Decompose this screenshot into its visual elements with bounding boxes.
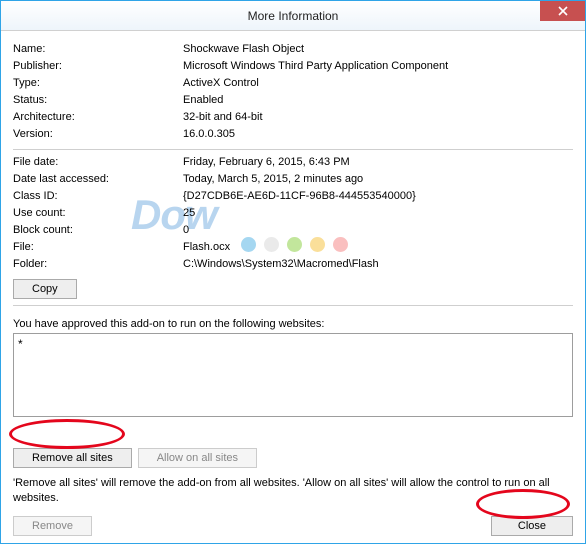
window-close-button[interactable]	[540, 1, 585, 21]
allow-on-all-sites-button: Allow on all sites	[138, 448, 257, 468]
remove-all-sites-button[interactable]: Remove all sites	[13, 448, 132, 468]
blockcount-label: Block count:	[13, 222, 183, 239]
status-value: Enabled	[183, 92, 573, 109]
accessed-label: Date last accessed:	[13, 171, 183, 188]
classid-value: {D27CDB6E-AE6D-11CF-96B8-444553540000}	[183, 188, 573, 205]
folder-label: Folder:	[13, 256, 183, 273]
name-value: Shockwave Flash Object	[183, 41, 573, 58]
type-value: ActiveX Control	[183, 75, 573, 92]
usecount-value: 25	[183, 205, 573, 222]
publisher-value: Microsoft Windows Third Party Applicatio…	[183, 58, 573, 75]
divider	[13, 149, 573, 150]
arch-label: Architecture:	[13, 109, 183, 126]
folder-value: C:\Windows\System32\Macromed\Flash	[183, 256, 573, 273]
classid-label: Class ID:	[13, 188, 183, 205]
name-label: Name:	[13, 41, 183, 58]
arch-value: 32-bit and 64-bit	[183, 109, 573, 126]
version-value: 16.0.0.305	[183, 126, 573, 143]
type-label: Type:	[13, 75, 183, 92]
copy-button[interactable]: Copy	[13, 279, 77, 299]
titlebar: More Information	[1, 1, 585, 31]
blockcount-value: 0	[183, 222, 573, 239]
remove-button: Remove	[13, 516, 92, 536]
filedate-label: File date:	[13, 154, 183, 171]
version-label: Version:	[13, 126, 183, 143]
sites-note: 'Remove all sites' will remove the add-o…	[13, 476, 573, 506]
approved-sites-label: You have approved this add-on to run on …	[13, 318, 573, 330]
approved-sites-list[interactable]	[13, 333, 573, 417]
divider	[13, 305, 573, 306]
usecount-label: Use count:	[13, 205, 183, 222]
accessed-value: Today, March 5, 2015, 2 minutes ago	[183, 171, 573, 188]
window-title: More Information	[248, 9, 339, 23]
status-label: Status:	[13, 92, 183, 109]
file-label: File:	[13, 239, 183, 256]
file-value: Flash.ocx	[183, 239, 573, 256]
filedate-value: Friday, February 6, 2015, 6:43 PM	[183, 154, 573, 171]
close-button[interactable]: Close	[491, 516, 573, 536]
publisher-label: Publisher:	[13, 58, 183, 75]
close-icon	[558, 6, 568, 16]
